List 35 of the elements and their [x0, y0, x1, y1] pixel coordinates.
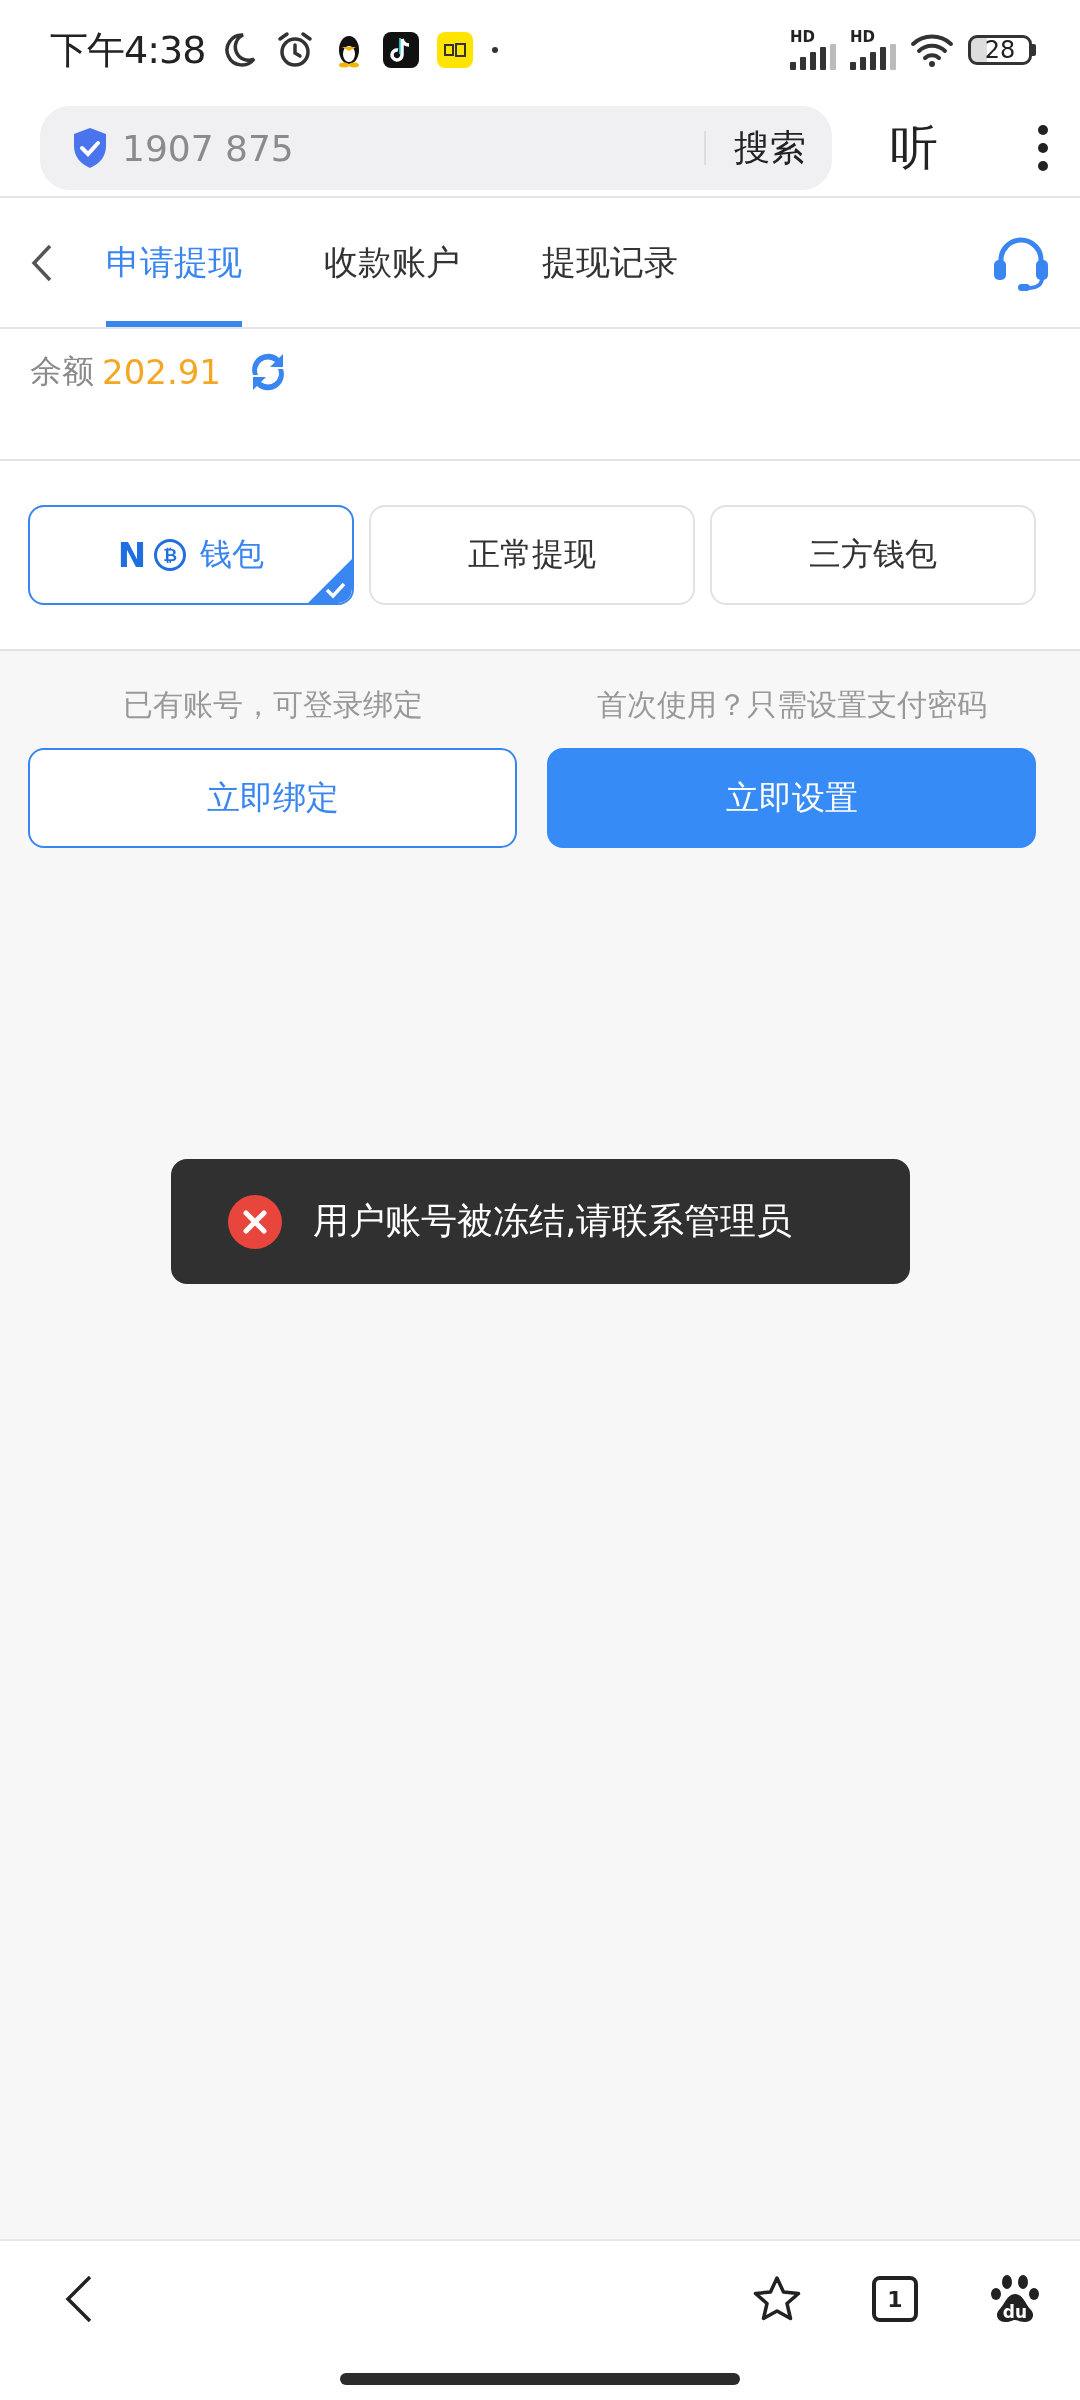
paw-drawing: [990, 2274, 1040, 2324]
tab[interactable]: 收款账户: [324, 198, 460, 327]
dot-icon: [491, 46, 500, 54]
network-label: HD: [790, 30, 815, 44]
url-text: 1907 875: [122, 127, 295, 169]
hint-text: 已有账号，可登录绑定: [122, 686, 423, 724]
more-menu-icon[interactable]: [1036, 123, 1050, 173]
clock-time: 下午4:38: [50, 26, 206, 74]
tab[interactable]: 提现记录: [542, 198, 678, 327]
checkmark-icon: [308, 559, 352, 603]
balance-amount: 202.91: [102, 352, 221, 392]
signal-icon: [850, 44, 896, 70]
wifi-icon: [910, 32, 954, 68]
battery-indicator: 28: [968, 35, 1036, 65]
wallet-option[interactable]: 三方钱包: [710, 505, 1036, 605]
paw-logo[interactable]: du: [990, 2274, 1040, 2324]
back-icon[interactable]: [30, 242, 54, 283]
signal-icon: [790, 44, 836, 70]
toast-message: 用户账号被冻结,请联系管理员: [313, 1199, 793, 1243]
moon-icon: [223, 31, 258, 69]
network-label: HD: [850, 30, 875, 44]
listen-button[interactable]: 听: [890, 116, 938, 180]
search-button[interactable]: 搜索: [734, 123, 806, 173]
wallet-option[interactable]: 正常提现: [369, 505, 695, 605]
address-field[interactable]: 1907 875 搜索: [40, 106, 832, 190]
error-icon: [227, 1193, 283, 1250]
back-icon[interactable]: [64, 2274, 94, 2324]
star-icon[interactable]: [752, 2275, 802, 2323]
tab-count-button[interactable]: 1: [872, 2276, 918, 2322]
wallet-option[interactable]: N ₿ 钱包: [28, 505, 354, 605]
bind-button[interactable]: 立即绑定: [28, 748, 517, 848]
balance-label: 余额: [30, 351, 94, 392]
hint-text: 首次使用？只需设置支付密码: [596, 686, 987, 724]
music-note-icon: [383, 32, 420, 68]
app-icon: [437, 32, 474, 68]
